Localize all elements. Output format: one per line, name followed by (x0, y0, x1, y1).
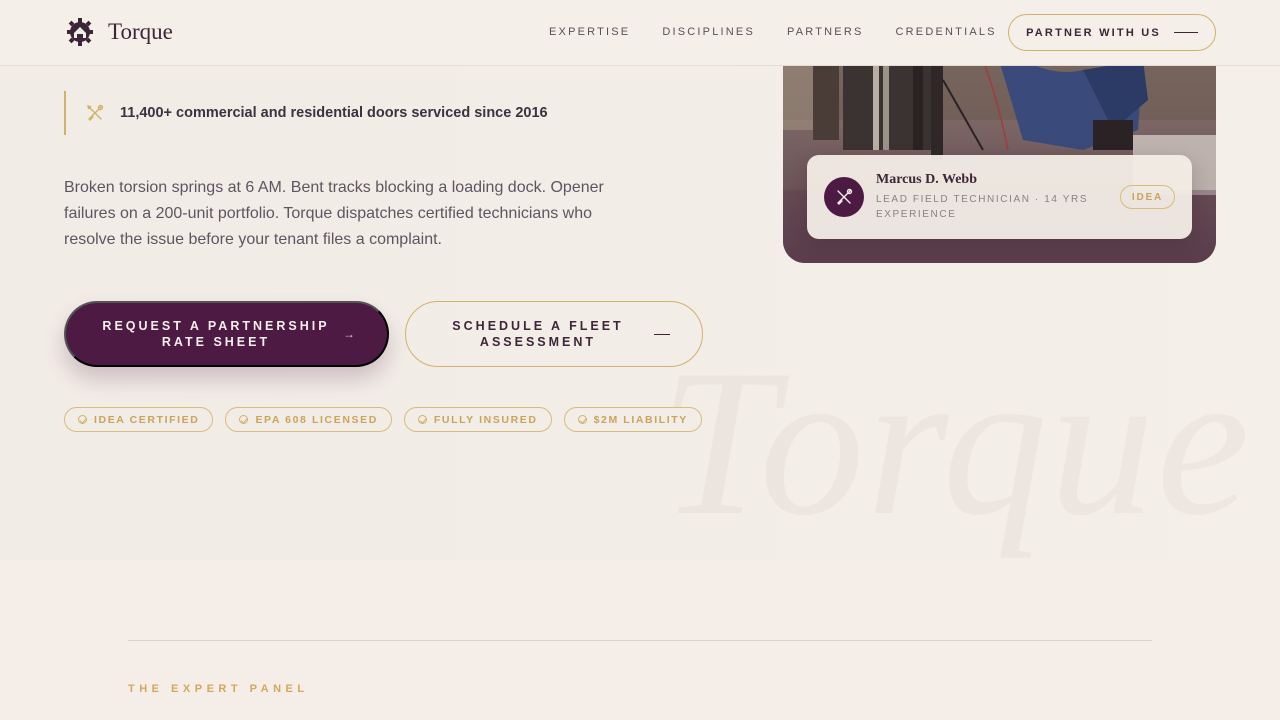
check-circle-icon (417, 415, 427, 424)
dash-icon (1173, 32, 1198, 33)
partner-with-us-button[interactable]: PARTNER WITH US (1008, 14, 1216, 51)
site-header: Torque EXPERTISE DISCIPLINES PARTNERS CR… (0, 0, 1280, 66)
nav-link-credentials[interactable]: CREDENTIALS (896, 26, 997, 38)
section-eyebrow: THE EXPERT PANEL (128, 683, 309, 695)
schedule-fleet-assessment-label: SCHEDULE A FLEET ASSESSMENT (452, 319, 624, 349)
badge-epa-608-licensed: EPA 608 LICENSED (225, 407, 392, 432)
check-circle-icon (239, 415, 249, 424)
badge-label: FULLY INSURED (433, 413, 538, 426)
schedule-fleet-assessment-button[interactable]: SCHEDULE A FLEET ASSESSMENT (405, 301, 703, 367)
garage-gear-icon (67, 18, 93, 46)
tools-icon (837, 188, 853, 205)
credential-badges: IDEA CERTIFIED EPA 608 LICENSED FULLY IN… (64, 407, 714, 432)
brand-home-link[interactable]: Torque (66, 17, 173, 47)
section-divider (128, 640, 1152, 641)
request-rate-sheet-button[interactable]: REQUEST A PARTNERSHIP RATE SHEET → (64, 301, 389, 367)
technician-avatar (824, 177, 864, 217)
arrow-right-icon: → (343, 327, 355, 341)
hero-watermark: Torque (660, 327, 1252, 559)
stat-text: 11,400+ commercial and residential doors… (120, 105, 548, 121)
technician-info: Marcus D. Webb LEAD FIELD TECHNICIAN · 1… (876, 172, 1101, 222)
partner-with-us-label: PARTNER WITH US (1026, 26, 1161, 39)
main-nav: EXPERTISE DISCIPLINES PARTNERS CREDENTIA… (549, 26, 1029, 38)
badge-idea-certified: IDEA CERTIFIED (64, 407, 214, 432)
request-rate-sheet-label: REQUEST A PARTNERSHIP RATE SHEET (102, 319, 330, 349)
badge-2m-liability: $2M LIABILITY (563, 407, 702, 432)
page: Torque Torque EXPERTISE DISCIPLINES PART… (0, 0, 1280, 720)
check-circle-icon (577, 415, 587, 424)
wrench-screwdriver-icon (87, 104, 104, 121)
nav-link-partners[interactable]: PARTNERS (787, 26, 863, 38)
dash-icon (654, 333, 670, 335)
badge-fully-insured: FULLY INSURED (403, 407, 552, 432)
technician-card: Marcus D. Webb LEAD FIELD TECHNICIAN · 1… (807, 155, 1192, 239)
nav-link-disciplines[interactable]: DISCIPLINES (662, 26, 755, 38)
stat-callout: 11,400+ commercial and residential doors… (64, 91, 624, 135)
check-circle-icon (78, 415, 87, 424)
technician-badge: IDEA (1119, 185, 1175, 209)
badge-label: $2M LIABILITY (593, 413, 688, 426)
technician-role: LEAD FIELD TECHNICIAN · 14 YRS EXPERIENC… (876, 194, 1089, 220)
badge-label: EPA 608 LICENSED (255, 413, 378, 426)
hero-lead-paragraph: Broken torsion springs at 6 AM. Bent tra… (64, 179, 604, 248)
brand-name: Torque (108, 19, 173, 44)
nav-link-expertise[interactable]: EXPERTISE (549, 26, 630, 38)
technician-name: Marcus D. Webb (876, 172, 977, 187)
badge-label: IDEA CERTIFIED (94, 413, 200, 426)
